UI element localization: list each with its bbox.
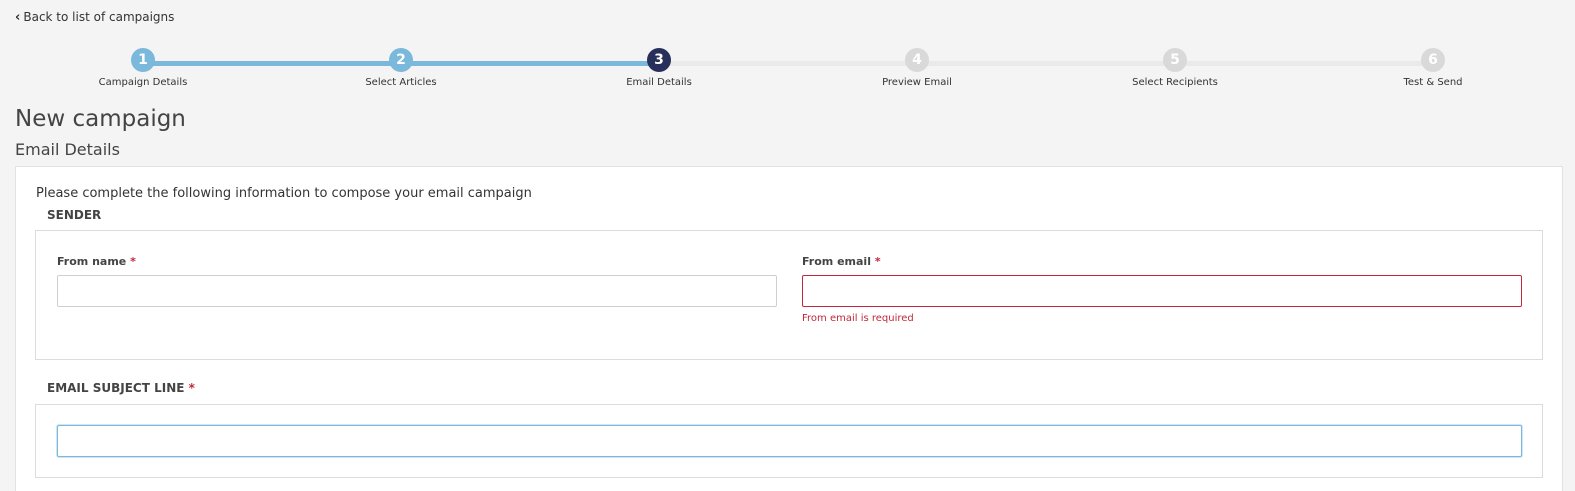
from-email-label: From email * [802,255,881,268]
step-test-send: 6 Test & Send [1353,48,1513,88]
step-number: 5 [1163,48,1187,72]
required-marker: * [130,255,136,268]
from-email-error: From email is required [802,313,914,324]
step-select-articles[interactable]: 2 Select Articles [321,48,481,88]
page-title: New campaign [15,106,186,132]
step-number: 3 [647,48,671,72]
back-to-campaigns-link[interactable]: ‹ Back to list of campaigns [15,10,174,24]
step-label: Preview Email [882,77,952,88]
step-label: Email Details [626,77,692,88]
step-select-recipients: 5 Select Recipients [1095,48,1255,88]
subject-heading: EMAIL SUBJECT LINE * [47,381,195,395]
email-details-form: Please complete the following informatio… [15,166,1563,491]
chevron-left-icon: ‹ [15,9,21,25]
section-title: Email Details [15,140,120,159]
back-link-label: Back to list of campaigns [23,10,175,24]
required-marker: * [188,381,195,395]
step-number: 2 [389,48,413,72]
subject-line-input[interactable] [57,425,1522,457]
stepper-track-remaining [659,61,1434,66]
step-label: Select Articles [365,77,437,88]
step-label: Campaign Details [98,77,188,88]
form-intro-text: Please complete the following informatio… [36,186,532,201]
step-number: 1 [131,48,155,72]
sender-fieldset: From name * From email * From email is r… [35,230,1543,360]
step-label: Test & Send [1403,77,1463,88]
step-preview-email: 4 Preview Email [837,48,997,88]
step-label: Select Recipients [1132,77,1218,88]
subject-fieldset [35,404,1543,478]
step-number: 6 [1421,48,1445,72]
step-number: 4 [905,48,929,72]
from-name-input[interactable] [57,275,777,307]
from-name-label: From name * [57,255,136,268]
step-email-details[interactable]: 3 Email Details [579,48,739,88]
required-marker: * [874,255,881,268]
progress-stepper: 1 Campaign Details 2 Select Articles 3 E… [0,48,1575,96]
from-email-input[interactable] [802,275,1522,307]
step-campaign-details[interactable]: 1 Campaign Details [63,48,223,88]
sender-heading: SENDER [47,208,102,222]
